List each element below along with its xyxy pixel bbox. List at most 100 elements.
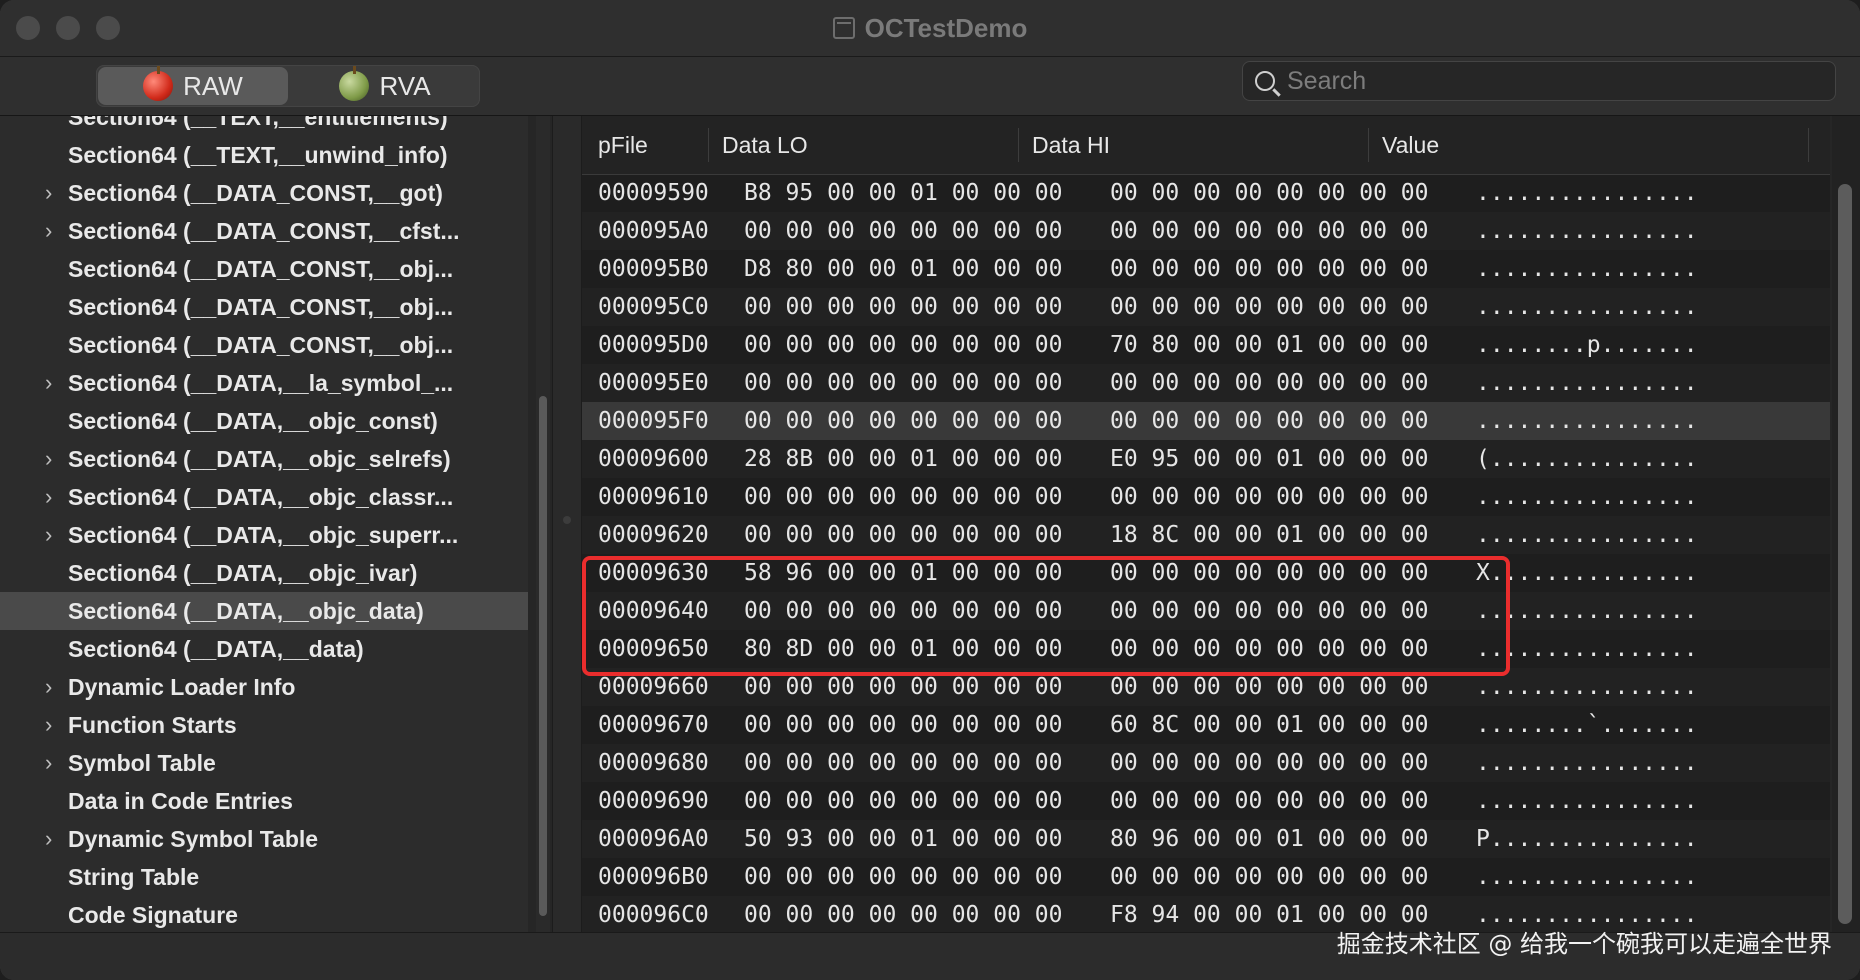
hex-table-scrollbar[interactable] bbox=[1832, 116, 1860, 932]
rva-mode-button[interactable]: RVA bbox=[290, 65, 480, 107]
sidebar-item[interactable]: › Dynamic Loader Info bbox=[0, 668, 528, 706]
sidebar-item[interactable]: Section64 (__TEXT,__unwind_info) bbox=[0, 136, 528, 174]
table-row[interactable]: 00009600 28 8B 00 00 01 00 00 00 E0 95 00 … bbox=[582, 440, 1830, 478]
table-row[interactable]: 00009680 00 00 00 00 00 00 00 00 00 00 00 … bbox=[582, 744, 1830, 782]
search-field[interactable] bbox=[1242, 61, 1836, 101]
sidebar-item[interactable]: String Table bbox=[0, 858, 528, 896]
sidebar-item[interactable]: Section64 (__DATA_CONST,__obj... bbox=[0, 250, 528, 288]
chevron-right-icon[interactable]: › bbox=[45, 712, 63, 738]
table-row[interactable]: 00009610 00 00 00 00 00 00 00 00 00 00 00 … bbox=[582, 478, 1830, 516]
data-hi-cell: 70 80 00 00 01 00 00 00 bbox=[1110, 332, 1429, 358]
sidebar-item[interactable]: Section64 (__DATA,__data) bbox=[0, 630, 528, 668]
sidebar-item-label: Section64 (__DATA,__objc_data) bbox=[68, 597, 424, 624]
table-row[interactable]: 000095B0 D8 80 00 00 01 00 00 00 00 00 00 … bbox=[582, 250, 1830, 288]
chevron-right-icon[interactable]: › bbox=[45, 218, 63, 244]
title-bar: OCTestDemo bbox=[0, 0, 1860, 57]
section-tree-sidebar: Section64 (__TEXT,__entitlements) Section… bbox=[0, 116, 528, 932]
pfile-cell: 000095C0 bbox=[598, 294, 709, 320]
divider-handle[interactable] bbox=[563, 516, 571, 524]
table-row[interactable]: 000096B0 00 00 00 00 00 00 00 00 00 00 00 … bbox=[582, 858, 1830, 896]
value-cell: ................ bbox=[1476, 750, 1698, 776]
table-row[interactable]: 000095F0 00 00 00 00 00 00 00 00 00 00 00 … bbox=[582, 402, 1830, 440]
chevron-right-icon[interactable]: › bbox=[45, 484, 63, 510]
sidebar-item[interactable]: › Section64 (__DATA_CONST,__cfst... bbox=[0, 212, 528, 250]
sidebar-item-label: Code Signature bbox=[68, 901, 238, 928]
chevron-right-icon[interactable]: › bbox=[45, 522, 63, 548]
data-lo-cell: 00 00 00 00 00 00 00 00 bbox=[744, 218, 1063, 244]
sidebar-item[interactable]: Section64 (__DATA_CONST,__obj... bbox=[0, 288, 528, 326]
sidebar-item[interactable]: Section64 (__TEXT,__entitlements) bbox=[0, 116, 528, 136]
value-cell: ................ bbox=[1476, 370, 1698, 396]
data-hi-cell: 00 00 00 00 00 00 00 00 bbox=[1110, 180, 1429, 206]
sidebar-item[interactable]: Data in Code Entries bbox=[0, 782, 528, 820]
sidebar-scrollbar[interactable] bbox=[536, 116, 550, 932]
value-cell: ........p....... bbox=[1476, 332, 1698, 358]
chevron-right-icon[interactable]: › bbox=[45, 826, 63, 852]
search-icon bbox=[1255, 71, 1275, 91]
table-row[interactable]: 00009670 00 00 00 00 00 00 00 00 60 8C 00 … bbox=[582, 706, 1830, 744]
data-lo-cell: D8 80 00 00 01 00 00 00 bbox=[744, 256, 1063, 282]
value-cell: ................ bbox=[1476, 522, 1698, 548]
sidebar-item[interactable]: › Section64 (__DATA,__objc_selrefs) bbox=[0, 440, 528, 478]
sidebar-item-label: Section64 (__DATA,__la_symbol_... bbox=[68, 369, 454, 396]
chevron-right-icon[interactable]: › bbox=[45, 446, 63, 472]
data-lo-cell: 00 00 00 00 00 00 00 00 bbox=[744, 408, 1063, 434]
table-row[interactable]: 00009690 00 00 00 00 00 00 00 00 00 00 00 … bbox=[582, 782, 1830, 820]
sidebar-item[interactable]: › Section64 (__DATA,__objc_superr... bbox=[0, 516, 528, 554]
table-row[interactable]: 000095D0 00 00 00 00 00 00 00 00 70 80 00 … bbox=[582, 326, 1830, 364]
sidebar-item-label: Section64 (__DATA_CONST,__obj... bbox=[68, 293, 454, 320]
sidebar-item[interactable]: › Section64 (__DATA,__la_symbol_... bbox=[0, 364, 528, 402]
chevron-right-icon[interactable]: › bbox=[45, 370, 63, 396]
column-separator bbox=[1808, 128, 1809, 162]
data-hi-cell: 18 8C 00 00 01 00 00 00 bbox=[1110, 522, 1429, 548]
data-lo-cell: 00 00 00 00 00 00 00 00 bbox=[744, 712, 1063, 738]
sidebar-item[interactable]: Section64 (__DATA_CONST,__obj... bbox=[0, 326, 528, 364]
sidebar-item[interactable]: › Dynamic Symbol Table bbox=[0, 820, 528, 858]
pfile-cell: 00009690 bbox=[598, 788, 709, 814]
pfile-cell: 000096B0 bbox=[598, 864, 709, 890]
pfile-cell: 000096A0 bbox=[598, 826, 709, 852]
mode-segmented-control: RAW RVA bbox=[96, 65, 480, 107]
sidebar-item[interactable]: › Section64 (__DATA_CONST,__got) bbox=[0, 174, 528, 212]
value-cell: (............... bbox=[1476, 446, 1698, 472]
raw-mode-button[interactable]: RAW bbox=[98, 66, 288, 105]
sidebar-item[interactable]: Section64 (__DATA,__objc_const) bbox=[0, 402, 528, 440]
search-input[interactable] bbox=[1285, 65, 1809, 97]
pfile-cell: 000095E0 bbox=[598, 370, 709, 396]
sidebar-item[interactable]: Section64 (__DATA,__objc_ivar) bbox=[0, 554, 528, 592]
sidebar-item-label: Section64 (__DATA,__objc_selrefs) bbox=[68, 445, 451, 472]
chevron-right-icon[interactable]: › bbox=[45, 750, 63, 776]
sidebar-item[interactable]: › Function Starts bbox=[0, 706, 528, 744]
column-header-pfile[interactable]: pFile bbox=[598, 132, 648, 159]
value-cell: ................ bbox=[1476, 408, 1698, 434]
table-row[interactable]: 00009620 00 00 00 00 00 00 00 00 18 8C 00 … bbox=[582, 516, 1830, 554]
data-hi-cell: 00 00 00 00 00 00 00 00 bbox=[1110, 370, 1429, 396]
value-cell: ................ bbox=[1476, 788, 1698, 814]
sidebar-item-label: Section64 (__DATA_CONST,__obj... bbox=[68, 255, 454, 282]
sidebar-item-label: Section64 (__DATA_CONST,__cfst... bbox=[68, 217, 460, 244]
table-row[interactable]: 000095C0 00 00 00 00 00 00 00 00 00 00 00 … bbox=[582, 288, 1830, 326]
rva-mode-label: RVA bbox=[379, 70, 431, 101]
sidebar-item[interactable]: Section64 (__DATA,__objc_data) bbox=[0, 592, 528, 630]
value-cell: ................ bbox=[1476, 180, 1698, 206]
sidebar-item[interactable]: › Section64 (__DATA,__objc_classr... bbox=[0, 478, 528, 516]
sidebar-item[interactable]: Code Signature bbox=[0, 896, 528, 932]
table-row[interactable]: 000095E0 00 00 00 00 00 00 00 00 00 00 00 … bbox=[582, 364, 1830, 402]
chevron-right-icon[interactable]: › bbox=[45, 674, 63, 700]
sidebar-item[interactable]: › Symbol Table bbox=[0, 744, 528, 782]
column-header-data-lo[interactable]: Data LO bbox=[722, 132, 808, 159]
split-view-divider[interactable] bbox=[552, 116, 582, 932]
table-row[interactable]: 000096A0 50 93 00 00 01 00 00 00 80 96 00 … bbox=[582, 820, 1830, 858]
sidebar-scroll-thumb[interactable] bbox=[539, 396, 547, 916]
value-cell: ................ bbox=[1476, 218, 1698, 244]
table-row[interactable]: 000095A0 00 00 00 00 00 00 00 00 00 00 00 … bbox=[582, 212, 1830, 250]
table-row[interactable]: 00009590 B8 95 00 00 01 00 00 00 00 00 00 … bbox=[582, 174, 1830, 212]
column-header-value[interactable]: Value bbox=[1382, 132, 1439, 159]
value-cell: ................ bbox=[1476, 484, 1698, 510]
watermark-text: 掘金技术社区 @ 给我一个碗我可以走遍全世界 bbox=[1336, 930, 1832, 958]
column-header-data-hi[interactable]: Data HI bbox=[1032, 132, 1110, 159]
chevron-right-icon[interactable]: › bbox=[45, 180, 63, 206]
sidebar-item-label: Section64 (__DATA,__objc_ivar) bbox=[68, 559, 418, 586]
hex-table-scroll-thumb[interactable] bbox=[1838, 184, 1852, 924]
column-separator bbox=[708, 128, 709, 162]
